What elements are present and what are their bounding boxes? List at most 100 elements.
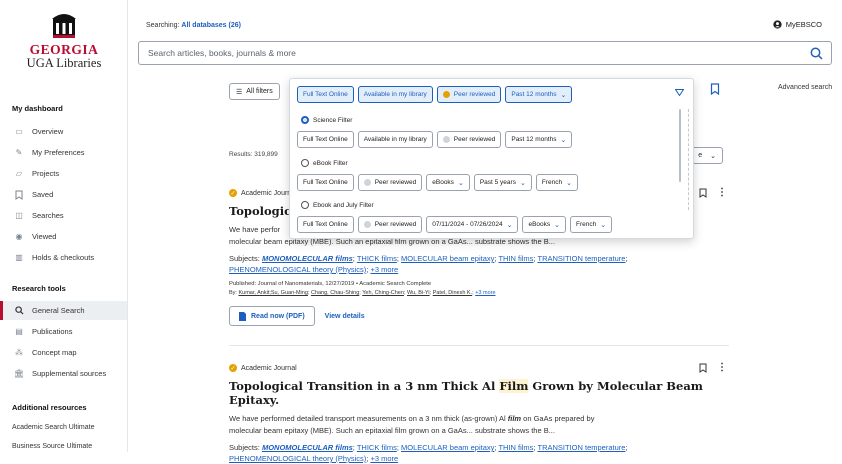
sidebar-item-label: Publications — [32, 327, 73, 336]
filters-icon: ☰ — [236, 88, 243, 96]
chip-peer-reviewed[interactable]: Peer reviewed — [357, 216, 423, 233]
bookmark-icon[interactable] — [710, 83, 720, 95]
abstract-part: on GaAs prepared by — [521, 414, 595, 423]
chip-french[interactable]: French ⌄ — [535, 174, 578, 191]
chip-full-text-online[interactable]: Full Text Online — [297, 174, 354, 191]
radio-unselected[interactable] — [301, 159, 309, 167]
subject-link[interactable]: MONOMOLECULAR films — [262, 443, 353, 452]
filter-group-label: eBook Filter — [313, 159, 348, 167]
subjects-more-link[interactable]: +3 more — [370, 265, 398, 274]
subject-link[interactable]: MONOMOLECULAR films — [262, 254, 353, 263]
sidebar-item-holds[interactable]: ▥ Holds & checkouts — [0, 248, 127, 267]
subject-link[interactable]: PHENOMENOLOGICAL theory (Physics) — [229, 265, 366, 274]
subject-link[interactable]: MOLECULAR beam epitaxy — [401, 443, 494, 452]
filter-group-ebook[interactable]: eBook Filter — [301, 159, 348, 167]
filter-group-ebook-july[interactable]: Ebook and July Filter — [301, 201, 374, 209]
more-options-icon[interactable]: ⋮ — [717, 187, 727, 198]
chevron-down-icon: ⌄ — [710, 152, 716, 160]
sidebar-item-searches[interactable]: ◫ Searches — [0, 206, 127, 225]
chip-available-in-library[interactable]: Available in my library — [357, 86, 433, 103]
popup-scrollbar[interactable] — [679, 109, 681, 182]
advanced-search-link[interactable]: Advanced search — [778, 84, 832, 91]
subjects-label: Subjects: — [229, 254, 260, 263]
database-selector-link[interactable]: All databases (26) — [181, 22, 241, 29]
chevron-down-icon: ⌄ — [554, 221, 561, 229]
chevron-down-icon: ⌄ — [519, 179, 526, 187]
search-input[interactable]: Search articles, books, journals & more — [138, 41, 832, 65]
chip-peer-reviewed[interactable]: Peer reviewed — [357, 174, 423, 191]
chip-date-range[interactable]: 07/11/2024 - 07/26/2024 ⌄ — [426, 216, 519, 233]
chip-full-text-online[interactable]: Full Text Online — [297, 131, 354, 148]
myebsco-account[interactable]: MyEBSCO — [773, 20, 822, 29]
uga-libraries-logo[interactable]: GEORGIA UGA Libraries — [0, 12, 128, 70]
subject-link[interactable]: TRANSITION temperature — [537, 254, 625, 263]
view-details-link[interactable]: View details — [325, 313, 365, 320]
chip-peer-reviewed[interactable]: Peer reviewed — [436, 86, 502, 103]
chip-ebooks[interactable]: eBooks ⌄ — [426, 174, 470, 191]
sidebar-item-viewed[interactable]: ◉ Viewed — [0, 227, 127, 246]
sidebar-item-overview[interactable]: ▭ Overview — [0, 122, 127, 141]
authors-more-link[interactable]: +3 more — [475, 290, 495, 296]
subjects-more-link[interactable]: +3 more — [370, 454, 398, 463]
chip-label: Peer reviewed — [453, 91, 496, 98]
chip-past-5-years[interactable]: Past 5 years ⌄ — [473, 174, 532, 191]
peer-reviewed-icon — [442, 136, 450, 143]
publications-icon: ▤ — [15, 327, 23, 336]
chip-french[interactable]: French ⌄ — [570, 216, 613, 233]
resource-link-business-source[interactable]: Business Source Ultimate — [12, 443, 92, 450]
more-options-icon[interactable]: ⋮ — [717, 362, 727, 373]
ebook-july-filter-chips: Full Text Online Peer reviewed 07/11/202… — [297, 216, 613, 233]
result-published: Published: Journal of Nanomaterials, 12/… — [229, 281, 432, 287]
author-link[interactable]: Chang, Chau-Shing — [311, 290, 359, 296]
projects-icon: ▱ — [15, 169, 23, 178]
chip-past-12-months[interactable]: Past 12 months ⌄ — [505, 86, 573, 103]
all-filters-button[interactable]: ☰ All filters — [229, 83, 280, 100]
chip-ebooks[interactable]: eBooks ⌄ — [522, 216, 567, 233]
radio-unselected[interactable] — [301, 201, 309, 209]
abstract-line: molecular beam epitaxy (MBE). Such an ep… — [229, 426, 555, 435]
author-link[interactable]: Kumar, Ankit;Su, Guan-Ming — [238, 290, 307, 296]
chevron-down-icon: ⌄ — [560, 91, 567, 99]
subject-link[interactable]: THICK films — [357, 254, 397, 263]
active-filter-chips: Full Text Online Available in my library… — [297, 86, 573, 103]
radio-selected[interactable] — [301, 116, 309, 124]
result-subjects: Subjects: MONOMOLECULAR films; THICK fil… — [229, 443, 628, 463]
author-link[interactable]: Patel, Dinesh K. — [433, 290, 472, 296]
author-link[interactable]: Wu, Bi-Yi — [407, 290, 430, 296]
chip-available-in-library[interactable]: Available in my library — [357, 131, 433, 148]
subject-link[interactable]: TRANSITION temperature — [537, 443, 625, 452]
subject-link[interactable]: THICK films — [357, 443, 397, 452]
subject-link[interactable]: THIN films — [498, 443, 533, 452]
subject-link[interactable]: PHENOMENOLOGICAL theory (Physics) — [229, 454, 366, 463]
chip-full-text-online[interactable]: Full Text Online — [297, 86, 354, 103]
search-icon[interactable] — [810, 47, 823, 60]
bookmark-icon[interactable] — [699, 188, 707, 198]
sidebar-item-preferences[interactable]: ✎ My Preferences — [0, 143, 127, 162]
sidebar-item-projects[interactable]: ▱ Projects — [0, 164, 127, 183]
resource-link-academic-search[interactable]: Academic Search Ultimate — [12, 424, 94, 431]
chip-full-text-online[interactable]: Full Text Online — [297, 216, 354, 233]
sidebar-item-general-search[interactable]: General Search — [0, 301, 127, 320]
chip-past-12-months[interactable]: Past 12 months ⌄ — [505, 131, 573, 148]
chevron-down-icon: ⌄ — [506, 221, 513, 229]
sidebar-item-label: My Preferences — [32, 148, 85, 157]
subject-link[interactable]: MOLECULAR beam epitaxy — [401, 254, 494, 263]
bookmark-icon[interactable] — [699, 363, 707, 373]
institution-icon: 🏛 — [13, 369, 25, 378]
filter-group-science[interactable]: Science Filter — [301, 116, 352, 124]
peer-reviewed-icon — [363, 179, 371, 186]
results-count: Results: 319,899 — [229, 151, 278, 158]
sidebar-item-concept-map[interactable]: ⁂ Concept map — [0, 343, 127, 362]
result-type-label: Academic Journal — [241, 364, 297, 372]
chip-peer-reviewed[interactable]: Peer reviewed — [436, 131, 502, 148]
collapse-triangle-icon[interactable] — [675, 89, 684, 96]
read-now-pdf-button[interactable]: Read now (PDF) — [229, 306, 315, 326]
result-title[interactable]: Topological Transition in a 3 nm Thick A… — [229, 379, 729, 407]
subject-link[interactable]: THIN films — [498, 254, 533, 263]
sidebar-item-supplemental[interactable]: 🏛 Supplemental sources — [0, 364, 127, 383]
sidebar-item-saved[interactable]: Saved — [0, 185, 127, 204]
chevron-down-icon: ⌄ — [600, 221, 607, 229]
author-link[interactable]: Yeh, Ching-Chen — [362, 290, 404, 296]
sidebar-item-publications[interactable]: ▤ Publications — [0, 322, 127, 341]
overview-icon: ▭ — [15, 127, 23, 136]
